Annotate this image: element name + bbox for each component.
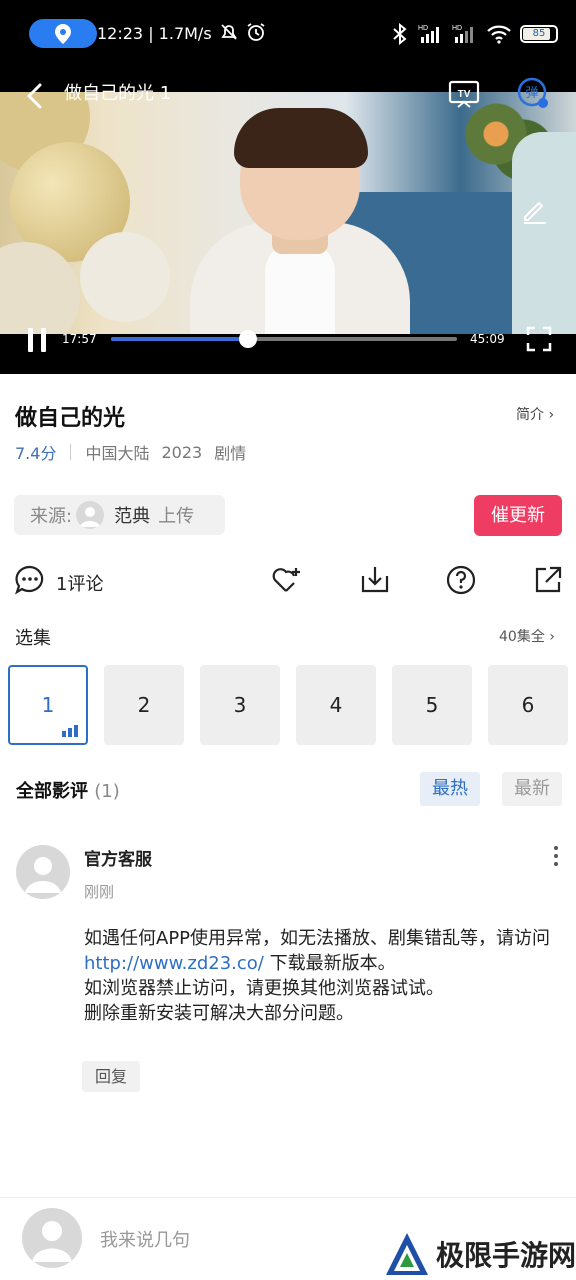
reviews-header: 全部影评 (1): [16, 777, 120, 803]
svg-text:TV: TV: [458, 89, 471, 100]
genre: 剧情: [214, 444, 247, 463]
pause-icon[interactable]: [26, 326, 48, 354]
uploader-name: 范典: [114, 506, 151, 527]
location-pin-icon: [55, 24, 71, 44]
upload-label: 上传: [158, 506, 195, 527]
person-icon: [25, 857, 61, 893]
year: 2023: [161, 442, 203, 462]
signal-hd-1-icon: HD: [418, 25, 439, 43]
wifi-icon: [487, 25, 511, 44]
more-options-icon[interactable]: [548, 844, 564, 868]
episode-item[interactable]: 6: [488, 665, 568, 745]
svg-text:HD: HD: [418, 25, 428, 32]
video-frame: [0, 92, 576, 334]
watermark: 极限手游网: [384, 1228, 576, 1280]
episode-item[interactable]: 4: [296, 665, 376, 745]
comment-line: 删除重新安装可解决大部分问题。: [84, 1003, 354, 1024]
comment-line: 如遇任何APP使用异常，如无法播放、剧集错乱等，请访问: [84, 928, 551, 949]
person-icon: [32, 1221, 72, 1262]
episodes-all-link[interactable]: 40集全 ›: [499, 626, 555, 646]
video-title: 做自己的光 1: [64, 83, 172, 104]
source-chip[interactable]: 来源: 范典 上传: [14, 495, 225, 535]
mute-bell-icon: [221, 24, 237, 40]
watermark-text: 极限手游网: [436, 1239, 576, 1272]
comment-input[interactable]: 我来说几句: [100, 1226, 190, 1252]
help-icon[interactable]: [445, 564, 477, 596]
current-time: 17:57: [62, 332, 97, 346]
svg-text:弹: 弹: [525, 86, 538, 101]
comment-line: 如浏览器禁止访问，请更换其他浏览器试试。: [84, 978, 444, 999]
reply-button[interactable]: 回复: [82, 1061, 140, 1092]
person-icon: [80, 507, 101, 527]
download-icon[interactable]: [359, 564, 391, 596]
total-time: 45:09: [470, 332, 505, 346]
signal-hd-2-icon: HD: [452, 25, 473, 43]
battery-level: 85: [532, 28, 546, 39]
alarm-clock-icon: [247, 23, 265, 41]
share-icon[interactable]: [532, 564, 564, 596]
episode-item[interactable]: 1: [8, 665, 88, 745]
edit-danmaku-icon[interactable]: [520, 196, 548, 224]
status-bar: 12:23 | 1.7M/s HD HD 85: [0, 0, 576, 66]
uploader-avatar: [76, 501, 105, 529]
location-pill: [29, 19, 97, 48]
score: 7.4分: [15, 444, 57, 463]
back-arrow-icon[interactable]: [22, 82, 50, 110]
show-meta: 7.4分 中国大陆 2023 剧情: [15, 440, 258, 464]
playing-bars-icon: [62, 725, 78, 737]
source-label: 来源:: [30, 506, 73, 527]
danmaku-toggle-icon[interactable]: 弹: [516, 76, 550, 110]
episodes-label: 选集: [15, 628, 51, 649]
comment-time: 刚刚: [84, 883, 115, 901]
battery-icon: 85: [520, 25, 558, 43]
status-time-speed: 12:23 | 1.7M/s: [97, 22, 266, 45]
reviews-count: (1): [94, 781, 120, 802]
progress-bar[interactable]: [111, 330, 457, 348]
tv-cast-icon[interactable]: TV: [448, 78, 480, 110]
status-time: 12:23: [97, 24, 144, 43]
comment-icon[interactable]: [14, 564, 46, 596]
watermark-logo-icon: [386, 1233, 428, 1275]
commenter-avatar[interactable]: [16, 845, 70, 899]
intro-link[interactable]: 简介 ›: [516, 404, 554, 424]
urge-update-button[interactable]: 催更新: [474, 495, 562, 536]
network-speed: 1.7M/s: [158, 24, 212, 43]
episode-item[interactable]: 2: [104, 665, 184, 745]
progress-fill: [111, 337, 249, 341]
tab-newest[interactable]: 最新: [502, 772, 562, 806]
reviews-title: 全部影评: [16, 781, 88, 802]
progress-thumb[interactable]: [239, 330, 258, 348]
my-avatar[interactable]: [22, 1208, 82, 1268]
commenter-name: 官方客服: [84, 850, 152, 870]
svg-text:HD: HD: [452, 25, 462, 32]
comment-body: 如遇任何APP使用异常，如无法播放、剧集错乱等，请访问 http://www.z…: [84, 926, 564, 1026]
show-title: 做自己的光: [15, 406, 126, 431]
bluetooth-icon: [393, 23, 407, 45]
region: 中国大陆: [85, 444, 150, 463]
tab-hottest[interactable]: 最热: [420, 772, 480, 806]
action-row: 1评论: [0, 560, 576, 604]
comment-line: 下载最新版本。: [263, 953, 396, 974]
comment-count[interactable]: 1评论: [56, 570, 103, 596]
player-controls: 17:57 45:09: [0, 320, 576, 360]
fullscreen-icon[interactable]: [526, 326, 552, 352]
episode-item[interactable]: 3: [200, 665, 280, 745]
favorite-add-icon[interactable]: [270, 564, 302, 596]
comment-link[interactable]: http://www.zd23.co/: [84, 953, 264, 974]
episode-item[interactable]: 5: [392, 665, 472, 745]
